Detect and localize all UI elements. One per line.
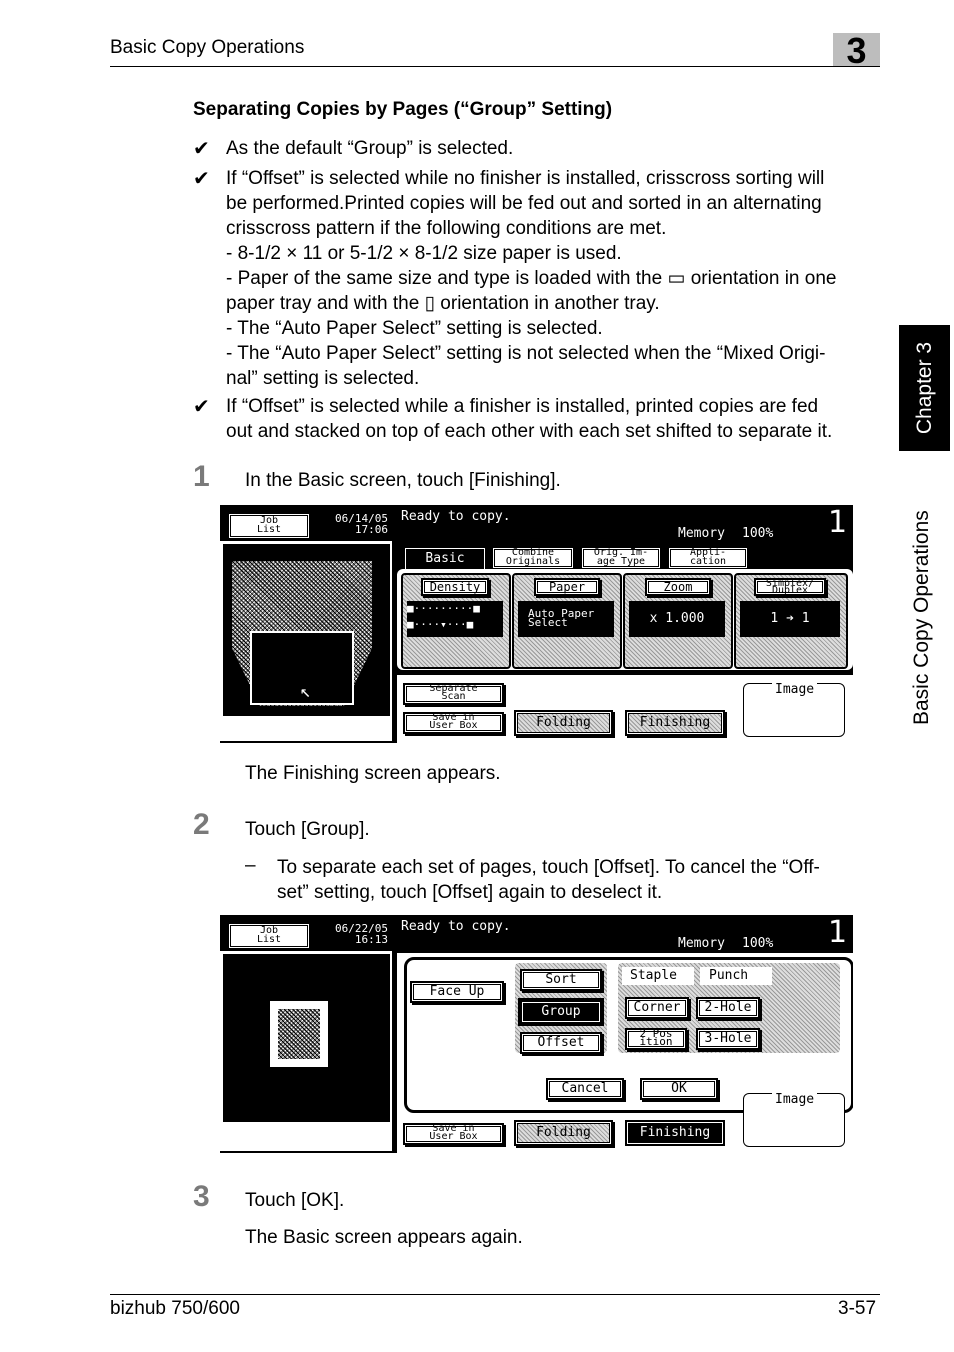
bullet-line: paper tray and with the ▯ orientation in… <box>226 293 660 314</box>
chapter-side-tab: Chapter 3 <box>899 325 950 451</box>
copy-count: 1 <box>828 505 848 540</box>
memory-label: Memory <box>678 526 725 541</box>
status-text: Ready to copy. <box>401 919 511 934</box>
function-panel: Density ■·········■ ■····▾···■ Paper Aut… <box>397 569 853 670</box>
bullet-line: If “Offset” is selected while no finishe… <box>226 168 825 189</box>
zoom-group[interactable]: Zoom x 1.000 <box>623 573 733 669</box>
density-scale[interactable]: ■·········■ ■····▾···■ <box>407 601 503 637</box>
folding-button[interactable]: Folding <box>514 710 613 736</box>
check-icon: ✔ <box>193 396 210 418</box>
density-group[interactable]: Density ■·········■ ■····▾···■ <box>401 573 511 669</box>
step-note: To separate each set of pages, touch [Of… <box>277 855 887 905</box>
paper-group[interactable]: Paper Auto Paper Select <box>512 573 622 669</box>
job-list-button[interactable]: Job List <box>227 512 311 540</box>
image-preview-box[interactable]: Image <box>743 1092 845 1147</box>
step-number: 2 <box>193 808 210 841</box>
arrow-icon: ↖ <box>300 681 311 702</box>
note-dash: – <box>245 855 256 876</box>
note-line: set” setting, touch [Offset] again to de… <box>277 882 663 903</box>
ok-button[interactable]: OK <box>640 1078 718 1100</box>
status-text: Ready to copy. <box>401 509 511 524</box>
page-thumbnail <box>270 1001 328 1067</box>
bullet-line: - The “Auto Paper Select” setting is sel… <box>226 318 603 339</box>
job-list-button[interactable]: Job List <box>227 922 311 950</box>
bullet-line: If “Offset” is selected while a finisher… <box>226 396 819 417</box>
bullet-line: - Paper of the same size and type is loa… <box>226 268 837 289</box>
note-line: To separate each set of pages, touch [Of… <box>277 857 820 878</box>
2-position-button[interactable]: 2 Pos ition <box>625 1028 687 1050</box>
tab-original-image-type[interactable]: Orig. Im- age Type <box>580 546 662 570</box>
bullet-1: As the default “Group” is selected. <box>226 136 886 161</box>
tab-combine-originals[interactable]: Combine Originals <box>491 546 575 570</box>
folding-button[interactable]: Folding <box>514 1120 613 1146</box>
duplex-title: Simplex/ Duplex <box>754 578 826 596</box>
separate-scan-button[interactable]: Separate Scan <box>403 683 504 705</box>
bullet-line: be performed.Printed copies will be fed … <box>226 193 822 214</box>
basic-screen: Job List 06/14/05 17:06 ↖ Ready to copy. M… <box>220 505 853 743</box>
step-result: The Finishing screen appears. <box>245 763 501 784</box>
bullet-line: nal” setting is selected. <box>226 368 420 389</box>
chapter-side-tab-label: Chapter 3 <box>912 341 936 435</box>
section-side-tab-label: Basic Copy Operations <box>910 510 933 725</box>
zoom-title: Zoom <box>645 578 711 596</box>
staple-label: Staple <box>630 968 677 983</box>
copy-count: 1 <box>828 915 848 950</box>
bullet-3: If “Offset” is selected while a finisher… <box>226 394 886 444</box>
bullet-2: If “Offset” is selected while no finishe… <box>226 166 886 391</box>
paper-title: Paper <box>534 578 600 596</box>
footer-page-number: 3-57 <box>838 1298 877 1319</box>
step-text: In the Basic screen, touch [Finishing]. <box>245 470 561 491</box>
corner-button[interactable]: Corner <box>625 997 689 1019</box>
running-header: Basic Copy Operations <box>110 37 305 58</box>
footer-rule <box>110 1294 880 1295</box>
image-preview-box[interactable]: Image <box>743 682 845 737</box>
step-text: Touch [OK]. <box>245 1190 345 1211</box>
offset-button[interactable]: Offset <box>520 1032 602 1054</box>
section-heading: Separating Copies by Pages (“Group” Sett… <box>193 99 613 120</box>
2-hole-button[interactable]: 2-Hole <box>696 997 760 1019</box>
cancel-button[interactable]: Cancel <box>546 1078 624 1100</box>
preview-frame <box>220 951 392 1151</box>
step-number: 3 <box>193 1180 210 1213</box>
image-label: Image <box>772 682 818 697</box>
punch-label: Punch <box>709 968 749 983</box>
step-text: Touch [Group]. <box>245 819 370 840</box>
duplex-value[interactable]: 1 ➔ 1 <box>740 601 840 637</box>
bullet-line: - The “Auto Paper Select” setting is not… <box>226 343 826 364</box>
datetime: 06/14/05 17:06 <box>335 512 388 536</box>
face-up-button[interactable]: Face Up <box>410 981 504 1003</box>
image-label: Image <box>772 1092 818 1107</box>
zoom-value[interactable]: x 1.000 <box>629 601 725 637</box>
memory-label: Memory <box>678 936 725 951</box>
header-rule <box>110 66 880 67</box>
bullet-line: - 8-1/2 × 11 or 5-1/2 × 8-1/2 size paper… <box>226 243 622 264</box>
bullet-line: crisscross pattern if the following cond… <box>226 218 667 239</box>
finishing-button[interactable]: Finishing <box>625 710 725 736</box>
memory-value: 100% <box>742 936 774 951</box>
3-hole-button[interactable]: 3-Hole <box>696 1028 760 1050</box>
preview-frame: ↖ <box>220 541 392 741</box>
save-user-box-button[interactable]: Save in User Box <box>403 712 504 734</box>
bullet-line: out and stacked on top of each other wit… <box>226 421 833 442</box>
section-side-tab: Basic Copy Operations <box>902 475 942 725</box>
finishing-screen: Job List 06/22/05 16:13 Ready to copy. Mem… <box>220 915 853 1153</box>
check-icon: ✔ <box>193 138 210 160</box>
group-button[interactable]: Group <box>518 998 604 1026</box>
sort-button[interactable]: Sort <box>520 969 602 991</box>
save-user-box-button[interactable]: Save in User Box <box>403 1123 504 1145</box>
bullet-line: As the default “Group” is selected. <box>226 138 514 159</box>
paper-value[interactable]: Auto Paper Select <box>518 601 614 637</box>
footer-model: bizhub 750/600 <box>110 1298 240 1319</box>
duplex-group[interactable]: Simplex/ Duplex 1 ➔ 1 <box>734 573 848 669</box>
step-result: The Basic screen appears again. <box>245 1227 523 1248</box>
memory-value: 100% <box>742 526 774 541</box>
step-number: 1 <box>193 460 210 493</box>
finishing-button[interactable]: Finishing <box>625 1120 725 1146</box>
density-title: Density <box>421 578 489 596</box>
datetime: 06/22/05 16:13 <box>335 922 388 946</box>
check-icon: ✔ <box>193 168 210 190</box>
tab-application[interactable]: Appli- cation <box>667 546 749 570</box>
